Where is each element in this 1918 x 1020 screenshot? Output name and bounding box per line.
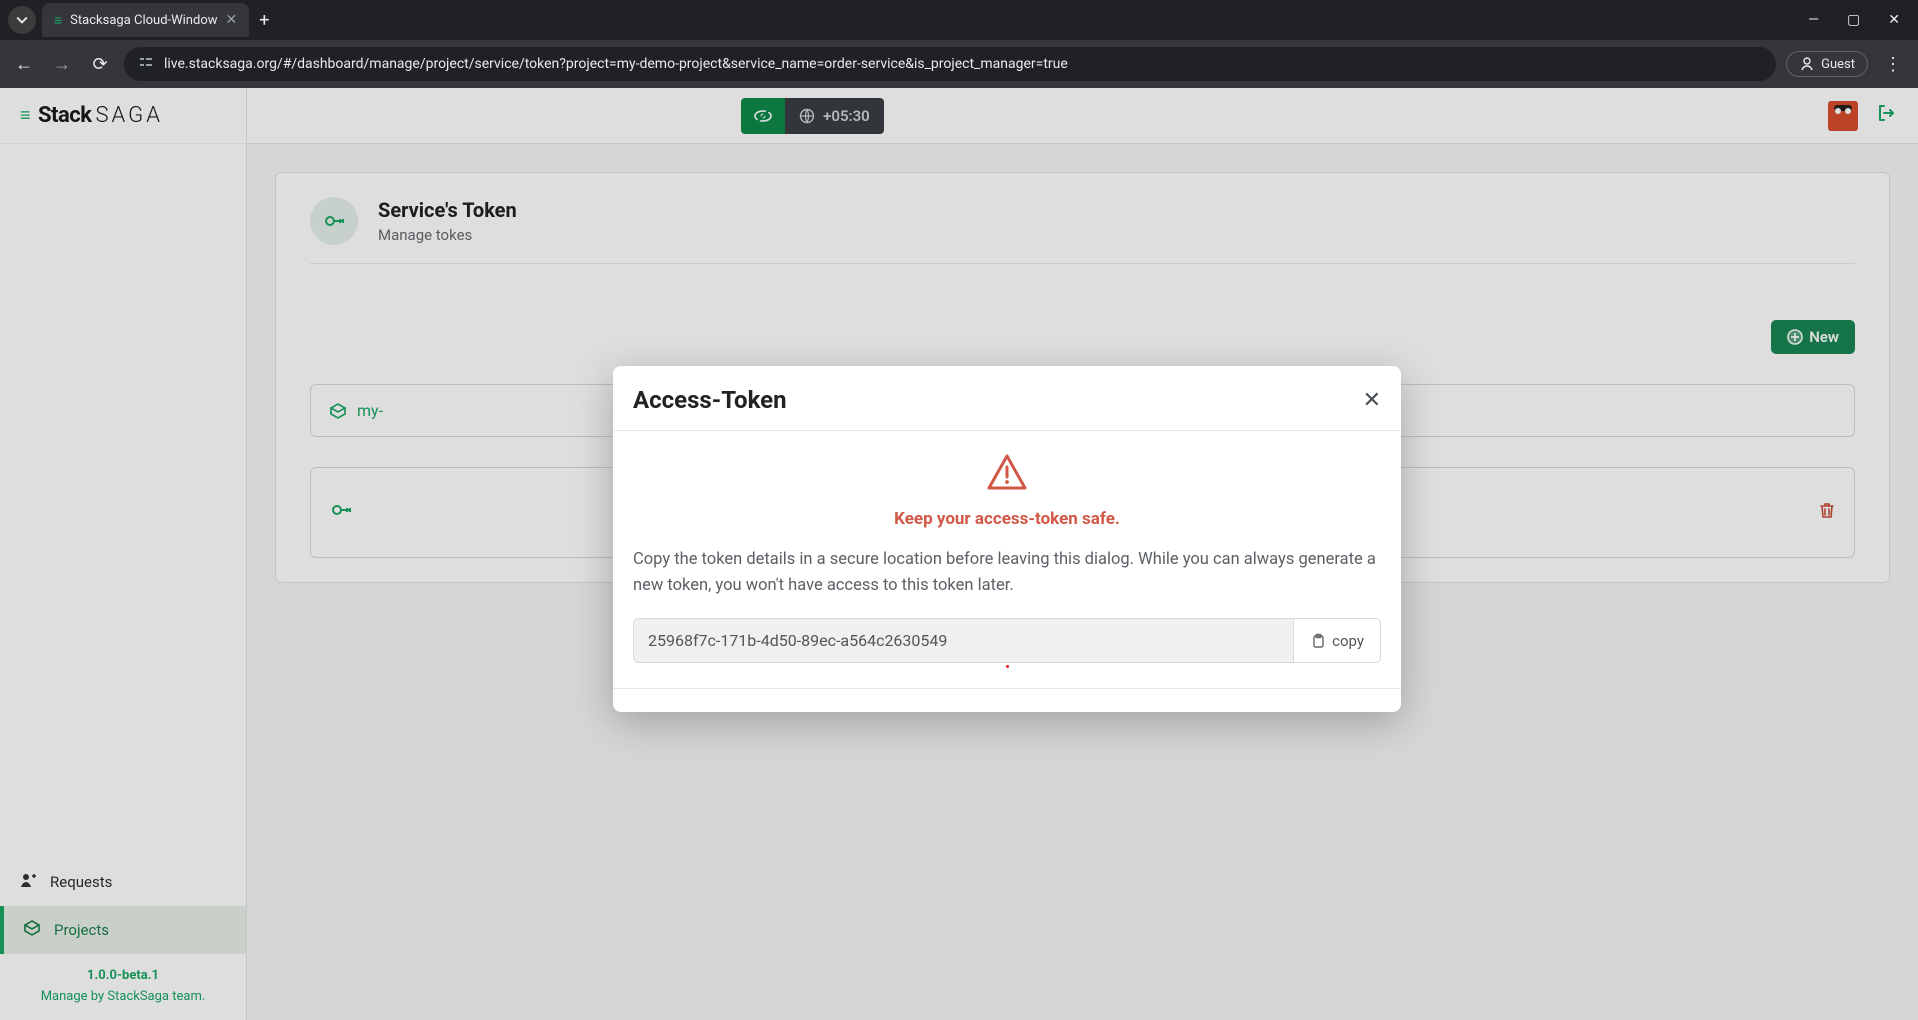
tab-close-button[interactable]: ✕	[226, 12, 238, 28]
copy-label: copy	[1332, 632, 1364, 650]
browser-menu-button[interactable]: ⋮	[1878, 54, 1908, 75]
address-bar[interactable]: live.stacksaga.org/#/dashboard/manage/pr…	[124, 47, 1776, 81]
url-text: live.stacksaga.org/#/dashboard/manage/pr…	[164, 56, 1068, 72]
tab-search-button[interactable]	[8, 6, 36, 34]
profile-button[interactable]: Guest	[1786, 51, 1868, 77]
clipboard-icon	[1310, 633, 1326, 649]
token-value[interactable]: 25968f7c-171b-4d50-89ec-a564c2630549	[633, 618, 1293, 663]
browser-tab-strip: ≡ Stacksaga Cloud-Window ✕ + — ▢ ✕	[0, 0, 1918, 40]
dot-indicator	[1006, 665, 1009, 668]
favicon-icon: ≡	[54, 12, 62, 29]
browser-tab[interactable]: ≡ Stacksaga Cloud-Window ✕	[42, 3, 249, 37]
tab-title: Stacksaga Cloud-Window	[70, 13, 217, 28]
browser-toolbar: ← → ⟳ live.stacksaga.org/#/dashboard/man…	[0, 40, 1918, 88]
modal-title: Access-Token	[633, 386, 787, 414]
app-root: ≡ StackSAGA Requests Projects 1.0.0-beta…	[0, 88, 1918, 1020]
minimize-button[interactable]: —	[1808, 12, 1819, 28]
person-icon	[1799, 56, 1815, 72]
reload-button[interactable]: ⟳	[86, 54, 114, 75]
back-button[interactable]: ←	[10, 54, 38, 75]
modal-warning: Keep your access-token safe.	[633, 509, 1381, 529]
window-controls: — ▢ ✕	[1808, 12, 1910, 28]
warning-icon	[633, 453, 1381, 495]
site-settings-icon[interactable]	[138, 54, 154, 74]
maximize-button[interactable]: ▢	[1847, 12, 1860, 28]
chevron-down-icon	[16, 14, 28, 26]
modal-close-button[interactable]: ✕	[1363, 388, 1381, 413]
forward-button[interactable]: →	[48, 54, 76, 75]
access-token-modal: Access-Token ✕ Keep your access-token sa…	[613, 366, 1401, 712]
copy-button[interactable]: copy	[1293, 618, 1381, 663]
modal-info: Copy the token details in a secure locat…	[633, 547, 1381, 598]
close-window-button[interactable]: ✕	[1888, 12, 1900, 28]
new-tab-button[interactable]: +	[259, 10, 269, 31]
profile-label: Guest	[1821, 57, 1855, 72]
